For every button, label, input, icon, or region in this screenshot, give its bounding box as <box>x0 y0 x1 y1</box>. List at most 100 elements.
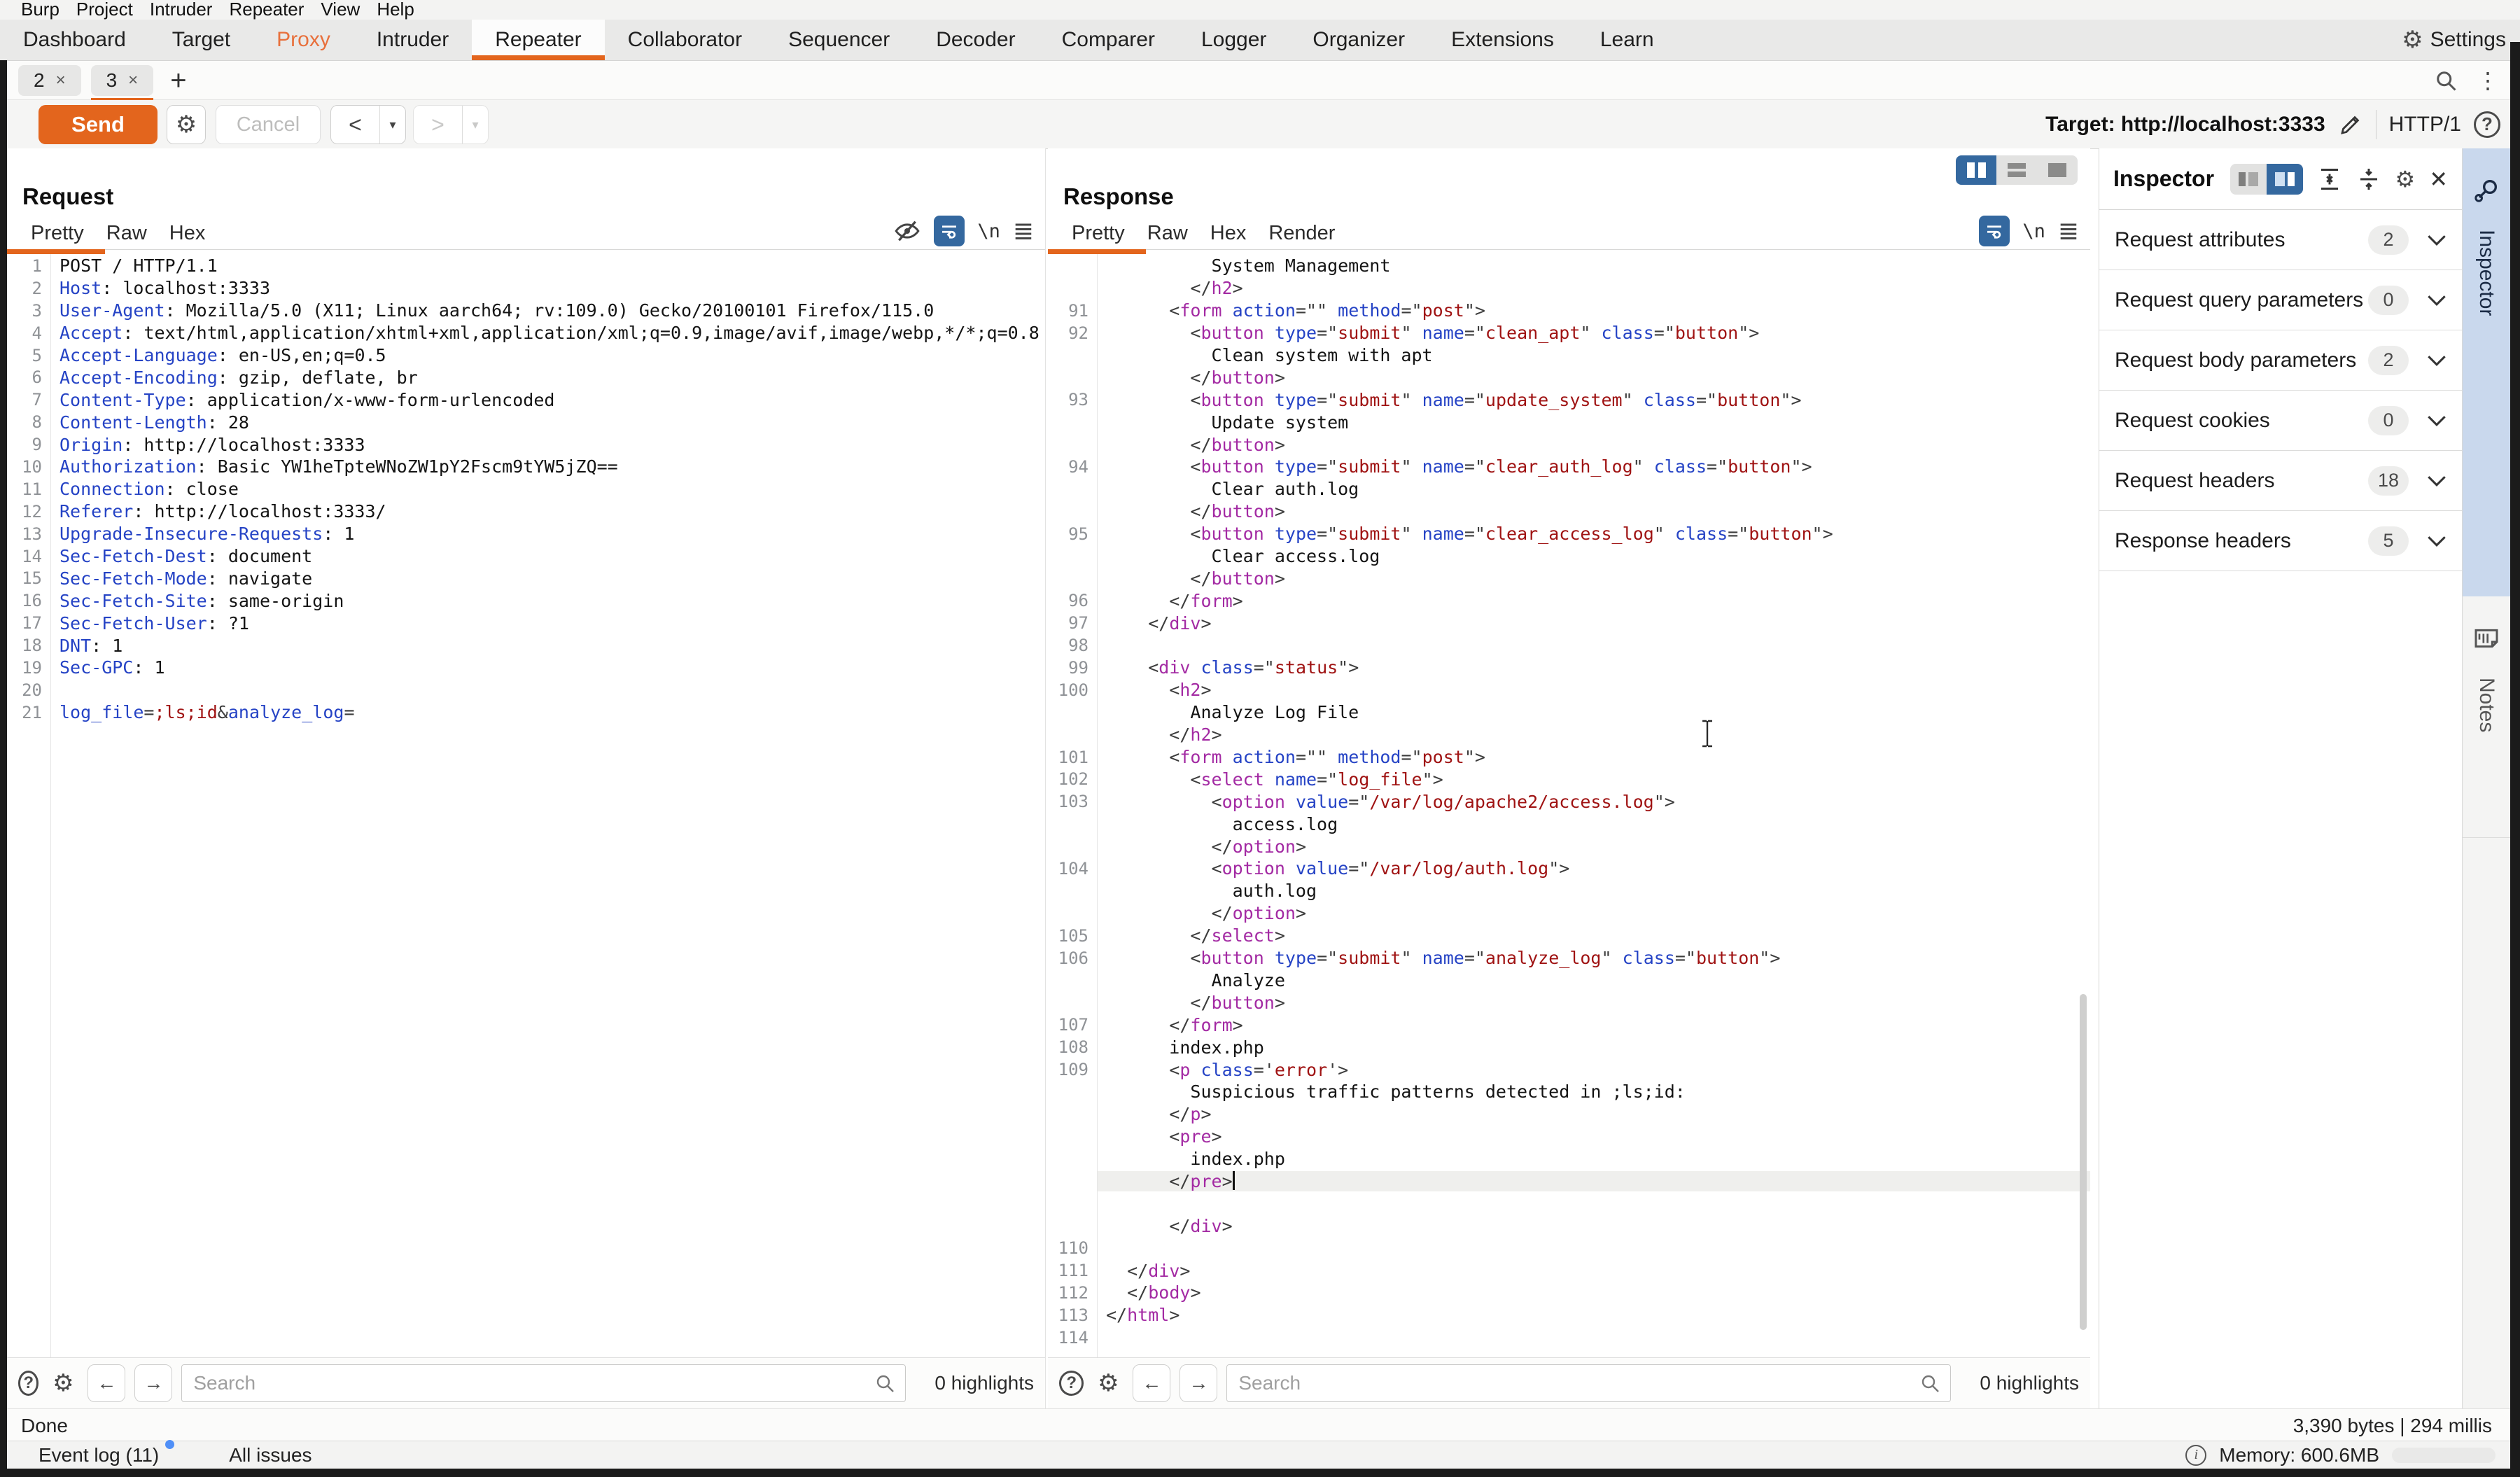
code-line[interactable]: 6Accept-Encoding: gzip, deflate, br <box>7 366 1045 388</box>
code-line[interactable]: </pre> <box>1048 1170 2090 1193</box>
code-line[interactable]: 20 <box>7 679 1045 701</box>
chevron-down-icon[interactable] <box>2427 535 2446 547</box>
tab-collaborator[interactable]: Collaborator <box>605 20 765 60</box>
code-line[interactable]: </p> <box>1048 1103 2090 1126</box>
code-line[interactable]: Update system <box>1048 411 2090 433</box>
tab-logger[interactable]: Logger <box>1178 20 1289 60</box>
code-line[interactable]: 94 <button type="submit" name="clear_aut… <box>1048 456 2090 478</box>
code-line[interactable]: 15Sec-Fetch-Mode: navigate <box>7 567 1045 589</box>
code-line[interactable]: 18DNT: 1 <box>7 634 1045 657</box>
tab-comparer[interactable]: Comparer <box>1039 20 1178 60</box>
code-line[interactable]: Clear auth.log <box>1048 478 2090 500</box>
kebab-menu-icon[interactable]: ⋮ <box>2477 67 2499 94</box>
code-line[interactable]: Suspicious traffic patterns detected in … <box>1048 1081 2090 1103</box>
code-line[interactable]: 8Content-Length: 28 <box>7 411 1045 433</box>
tab-close-icon[interactable]: × <box>56 71 66 90</box>
code-line[interactable]: </button> <box>1048 500 2090 523</box>
code-line[interactable]: 98 <box>1048 634 2090 657</box>
hide-eye-icon[interactable] <box>893 217 921 245</box>
editor-menu-icon[interactable]: ≣ <box>1013 218 1034 244</box>
chevron-down-icon[interactable] <box>2427 234 2446 246</box>
code-line[interactable]: 99 <div class="status"> <box>1048 657 2090 679</box>
settings-tab[interactable]: ⚙ Settings <box>2402 20 2506 60</box>
code-line[interactable]: 3User-Agent: Mozilla/5.0 (X11; Linux aar… <box>7 300 1045 322</box>
pencil-icon[interactable] <box>2338 112 2363 137</box>
gear-icon[interactable]: ⚙ <box>1093 1371 1124 1395</box>
code-line[interactable]: 96 </form> <box>1048 589 2090 612</box>
request-tab-pretty[interactable]: Pretty <box>20 217 95 249</box>
show-newlines-icon[interactable]: \n <box>977 220 1000 242</box>
code-line[interactable]: auth.log <box>1048 880 2090 902</box>
scrollbar-thumb[interactable] <box>2080 994 2087 1330</box>
request-tab-hex[interactable]: Hex <box>158 217 217 249</box>
code-line[interactable]: 114 <box>1048 1326 2090 1349</box>
code-line[interactable]: Clean system with apt <box>1048 344 2090 367</box>
layout-single-button[interactable] <box>2037 155 2078 185</box>
code-line[interactable]: 97 </div> <box>1048 612 2090 634</box>
cancel-button[interactable]: Cancel <box>216 105 321 144</box>
tab-decoder[interactable]: Decoder <box>913 20 1038 60</box>
chevron-down-icon[interactable]: ▾ <box>379 106 405 144</box>
code-line[interactable]: </button> <box>1048 433 2090 456</box>
code-line[interactable]: 108 index.php <box>1048 1036 2090 1058</box>
chevron-down-icon[interactable] <box>2427 475 2446 487</box>
code-line[interactable]: </option> <box>1048 835 2090 858</box>
help-icon[interactable]: ? <box>2474 111 2500 138</box>
tab-dashboard[interactable]: Dashboard <box>0 20 149 60</box>
code-line[interactable]: </h2> <box>1048 724 2090 746</box>
code-line[interactable]: 102 <select name="log_file"> <box>1048 768 2090 790</box>
inspector-section-request-headers[interactable]: Request headers18 <box>2099 451 2462 511</box>
code-line[interactable]: 101 <form action="" method="post"> <box>1048 746 2090 769</box>
code-line[interactable]: 1POST / HTTP/1.1 <box>7 255 1045 277</box>
menu-view[interactable]: View <box>321 0 377 20</box>
code-line[interactable]: 112 </body> <box>1048 1282 2090 1304</box>
chevron-down-icon[interactable] <box>2427 354 2446 367</box>
word-wrap-icon[interactable] <box>934 216 965 246</box>
code-line[interactable]: <pre> <box>1048 1126 2090 1148</box>
request-editor[interactable]: 1POST / HTTP/1.12Host: localhost:33333Us… <box>7 251 1045 1357</box>
tab-intruder[interactable]: Intruder <box>354 20 472 60</box>
inspector-section-request-attributes[interactable]: Request attributes2 <box>2099 210 2462 270</box>
code-line[interactable]: System Management <box>1048 255 2090 277</box>
response-tab-pretty[interactable]: Pretty <box>1060 217 1136 249</box>
show-newlines-icon[interactable]: \n <box>2022 220 2045 242</box>
layout-columns-button[interactable] <box>1956 155 1996 185</box>
side-tab-inspector[interactable]: Inspector <box>2463 148 2510 596</box>
code-line[interactable]: 19Sec-GPC: 1 <box>7 657 1045 679</box>
search-next-button[interactable]: → <box>134 1364 172 1402</box>
tab-sequencer[interactable]: Sequencer <box>765 20 913 60</box>
code-line[interactable]: 13Upgrade-Insecure-Requests: 1 <box>7 523 1045 545</box>
panel-divider[interactable] <box>1045 148 1046 1408</box>
search-prev-button[interactable]: ← <box>88 1364 125 1402</box>
code-line[interactable]: 21log_file=;ls;id&analyze_log= <box>7 701 1045 724</box>
inspector-section-response-headers[interactable]: Response headers5 <box>2099 511 2462 571</box>
response-search-input[interactable] <box>1226 1364 1951 1402</box>
code-line[interactable]: 110 <box>1048 1237 2090 1259</box>
code-line[interactable]: index.php <box>1048 1148 2090 1170</box>
tab-learn[interactable]: Learn <box>1577 20 1677 60</box>
inspector-section-request-query-parameters[interactable]: Request query parameters0 <box>2099 270 2462 330</box>
response-tab-hex[interactable]: Hex <box>1199 217 1258 249</box>
inspector-section-request-body-parameters[interactable]: Request body parameters2 <box>2099 330 2462 391</box>
search-prev-button[interactable]: ← <box>1133 1364 1170 1402</box>
send-settings-button[interactable]: ⚙ <box>167 105 206 144</box>
code-line[interactable]: 5Accept-Language: en-US,en;q=0.5 <box>7 344 1045 367</box>
search-next-button[interactable]: → <box>1180 1364 1217 1402</box>
event-log-button[interactable]: Event log (11) <box>38 1444 159 1466</box>
code-line[interactable]: 92 <button type="submit" name="clean_apt… <box>1048 322 2090 344</box>
code-line[interactable]: 109 <p class='error'> <box>1048 1058 2090 1081</box>
response-tab-raw[interactable]: Raw <box>1136 217 1199 249</box>
help-icon[interactable]: ? <box>1059 1371 1084 1396</box>
code-line[interactable]: 100 <h2> <box>1048 679 2090 701</box>
code-line[interactable] <box>1048 1192 2090 1214</box>
request-search-input[interactable] <box>181 1364 906 1402</box>
inspector-dock-left-button[interactable] <box>2230 164 2267 195</box>
code-line[interactable]: 2Host: localhost:3333 <box>7 277 1045 300</box>
code-line[interactable]: 17Sec-Fetch-User: ?1 <box>7 612 1045 634</box>
code-line[interactable]: 111 </div> <box>1048 1259 2090 1282</box>
menu-help[interactable]: Help <box>377 0 430 20</box>
code-line[interactable]: </button> <box>1048 366 2090 388</box>
code-line[interactable]: 104 <option value="/var/log/auth.log"> <box>1048 858 2090 880</box>
code-line[interactable]: Analyze <box>1048 969 2090 992</box>
code-line[interactable]: 93 <button type="submit" name="update_sy… <box>1048 388 2090 411</box>
